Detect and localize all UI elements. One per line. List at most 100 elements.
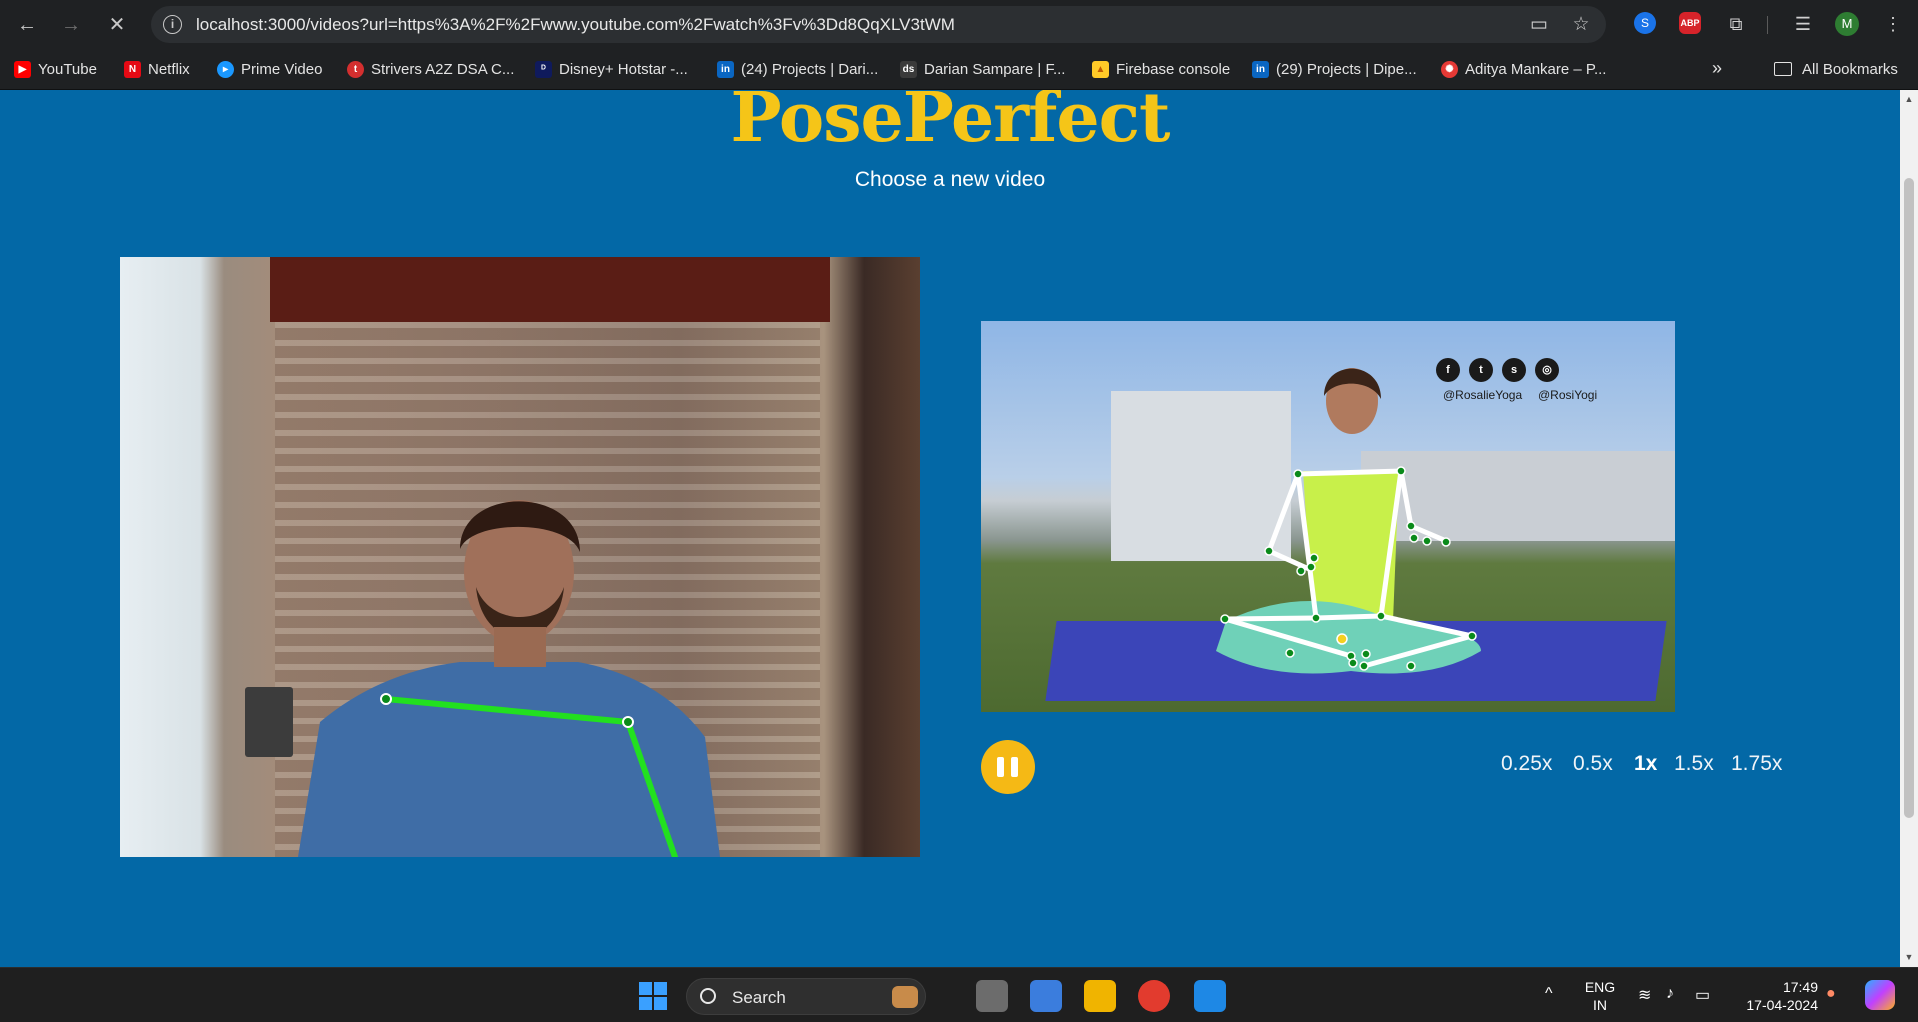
notification-bell-icon[interactable]: ● xyxy=(1826,985,1836,1003)
ds-logo-icon: ds xyxy=(900,60,917,78)
chevron-up-icon[interactable]: ^ xyxy=(1545,985,1553,1003)
taskbar-search[interactable]: Search xyxy=(686,978,926,1015)
video-line-right-upper-arm xyxy=(1398,468,1414,529)
language-indicator[interactable]: ENG IN xyxy=(1582,978,1618,1014)
chevron-double-right-icon[interactable]: » xyxy=(1712,58,1722,79)
video-joint-right-hip xyxy=(1376,611,1386,621)
bookmark-firebase[interactable]: ▲ Firebase console xyxy=(1092,49,1230,89)
address-url[interactable]: localhost:3000/videos?url=https%3A%2F%2F… xyxy=(196,15,955,35)
video-joint-left-elbow xyxy=(1264,546,1274,556)
search-icon xyxy=(700,988,716,1004)
site-info-icon[interactable]: i xyxy=(163,15,182,34)
video-joint-foot-index-b xyxy=(1361,649,1371,659)
bookmark-hotstar[interactable]: ᴰ Disney+ Hotstar -... xyxy=(535,49,688,89)
copilot-icon[interactable] xyxy=(1865,980,1895,1010)
video-line-hips xyxy=(1313,613,1384,621)
extension-shazam-icon[interactable]: S xyxy=(1634,12,1658,36)
address-bar[interactable]: i localhost:3000/videos?url=https%3A%2F%… xyxy=(151,6,1606,43)
speed-option-1-5x[interactable]: 1.5x xyxy=(1674,752,1714,776)
bookmark-prime-video[interactable]: ▸ Prime Video xyxy=(217,49,322,89)
back-arrow-icon[interactable]: ← xyxy=(14,12,40,38)
search-label: Search xyxy=(732,988,786,1007)
prime-video-icon: ▸ xyxy=(217,60,234,78)
task-view-icon[interactable] xyxy=(976,980,1008,1012)
toolbar-divider xyxy=(1767,16,1768,34)
webcam-pose-overlay xyxy=(298,500,720,857)
clock[interactable]: 17:49 17-04-2024 xyxy=(1734,978,1818,1014)
extensions-puzzle-icon[interactable]: ⧉ xyxy=(1724,12,1748,36)
menu-kebab-icon[interactable]: ⋮ xyxy=(1881,12,1905,36)
linkedin-icon: in xyxy=(717,60,734,78)
linkedin-icon: in xyxy=(1252,60,1269,78)
scrollbar-thumb[interactable] xyxy=(1904,178,1914,818)
bookmarks-bar: ▶ YouTube N Netflix ▸ Prime Video t Strivers… xyxy=(0,49,1918,90)
bookmark-youtube[interactable]: ▶ YouTube xyxy=(14,49,97,89)
browser-toolbar: ← → ✕ i localhost:3000/videos?url=https%… xyxy=(0,0,1918,49)
stop-loading-icon[interactable]: ✕ xyxy=(104,12,130,38)
scroll-down-icon[interactable]: ▼ xyxy=(1904,952,1914,962)
video-joint-left-knee xyxy=(1220,614,1230,624)
media-controls-icon[interactable]: ☰ xyxy=(1791,12,1815,36)
sunburst-icon: ✺ xyxy=(1441,60,1458,78)
clock-time: 17:49 xyxy=(1782,979,1818,995)
pause-button[interactable] xyxy=(981,740,1035,794)
video-line-shoulders xyxy=(1295,468,1404,477)
person-torso xyxy=(298,662,720,857)
youtube-icon: ▶ xyxy=(14,60,31,78)
speed-option-1x[interactable]: 1x xyxy=(1634,752,1657,776)
pause-icon-bar-left xyxy=(997,757,1004,777)
reference-video[interactable]: f t s ◎ @RosalieYoga @RosiYogi xyxy=(981,321,1675,712)
video-joint-right-hand-a xyxy=(1422,536,1432,546)
video-pose-overlay xyxy=(1216,368,1481,674)
region-code: IN xyxy=(1593,997,1607,1013)
video-line-left-thigh xyxy=(1222,615,1319,622)
netflix-icon: N xyxy=(124,60,141,78)
video-joint-right-elbow xyxy=(1406,521,1416,531)
bookmark-projects-dipe[interactable]: in (29) Projects | Dipe... xyxy=(1252,49,1417,89)
video-joint-left-hip xyxy=(1311,613,1321,623)
volume-icon[interactable]: ♪ xyxy=(1666,985,1674,1003)
os-taskbar: Search ^ ENG IN ≋ ♪ ▭ 17:49 17-04-2024 ● xyxy=(0,967,1918,1022)
forward-arrow-icon[interactable]: → xyxy=(58,12,84,38)
bookmark-strivers[interactable]: t Strivers A2Z DSA C... xyxy=(347,49,514,89)
video-joint-right-shoulder xyxy=(1396,466,1406,476)
windows-start-icon[interactable] xyxy=(639,982,667,1010)
bookmark-star-icon[interactable]: ☆ xyxy=(1570,14,1592,36)
vscode-icon[interactable] xyxy=(1194,980,1226,1012)
bookmark-darian-sampare[interactable]: ds Darian Sampare | F... xyxy=(900,49,1065,89)
search-highlight-icon xyxy=(892,986,918,1008)
video-joint-right-knee xyxy=(1467,631,1477,641)
speed-option-1-75x[interactable]: 1.75x xyxy=(1731,752,1782,776)
tuf-icon: t xyxy=(347,60,364,78)
bookmark-aditya[interactable]: ✺ Aditya Mankare – P... xyxy=(1441,49,1606,89)
store-icon[interactable] xyxy=(1030,980,1062,1012)
choose-video-link[interactable]: Choose a new video xyxy=(0,168,1900,192)
video-joint-left-wrist xyxy=(1296,566,1306,576)
scroll-up-icon[interactable]: ▲ xyxy=(1904,94,1914,104)
all-bookmarks-button[interactable]: All Bookmarks xyxy=(1774,49,1898,89)
wifi-icon[interactable]: ≋ xyxy=(1638,985,1651,1005)
video-joint-foot-index-a xyxy=(1348,658,1358,668)
video-joint-left-ankle xyxy=(1285,648,1295,658)
firebase-icon: ▲ xyxy=(1092,60,1109,78)
hotstar-icon: ᴰ xyxy=(535,60,552,78)
battery-icon[interactable]: ▭ xyxy=(1695,985,1710,1005)
chrome-icon[interactable] xyxy=(1138,980,1170,1012)
bookmark-projects-darian[interactable]: in (24) Projects | Dari... xyxy=(717,49,878,89)
language-code: ENG xyxy=(1584,979,1616,995)
page-scrollbar[interactable]: ▲ ▼ xyxy=(1900,90,1918,967)
bookmark-netflix[interactable]: N Netflix xyxy=(124,49,190,89)
extension-adblock-icon[interactable]: ABP xyxy=(1679,12,1703,36)
brand-title: PosePerfect xyxy=(730,90,1171,158)
speed-option-0-5x[interactable]: 0.5x xyxy=(1573,752,1613,776)
camera-in-use-icon[interactable]: ▭ xyxy=(1528,14,1550,36)
pose-joint-right-shoulder xyxy=(622,716,634,728)
video-joint-right-ankle xyxy=(1406,661,1416,671)
file-explorer-icon[interactable] xyxy=(1084,980,1116,1012)
video-joint-left-hand-a xyxy=(1306,562,1316,572)
folder-icon xyxy=(1774,62,1792,76)
speed-option-0-25x[interactable]: 0.25x xyxy=(1501,752,1552,776)
profile-avatar[interactable]: M xyxy=(1835,12,1859,36)
video-joint-right-hand-b xyxy=(1441,537,1451,547)
webcam-feed xyxy=(120,257,920,857)
